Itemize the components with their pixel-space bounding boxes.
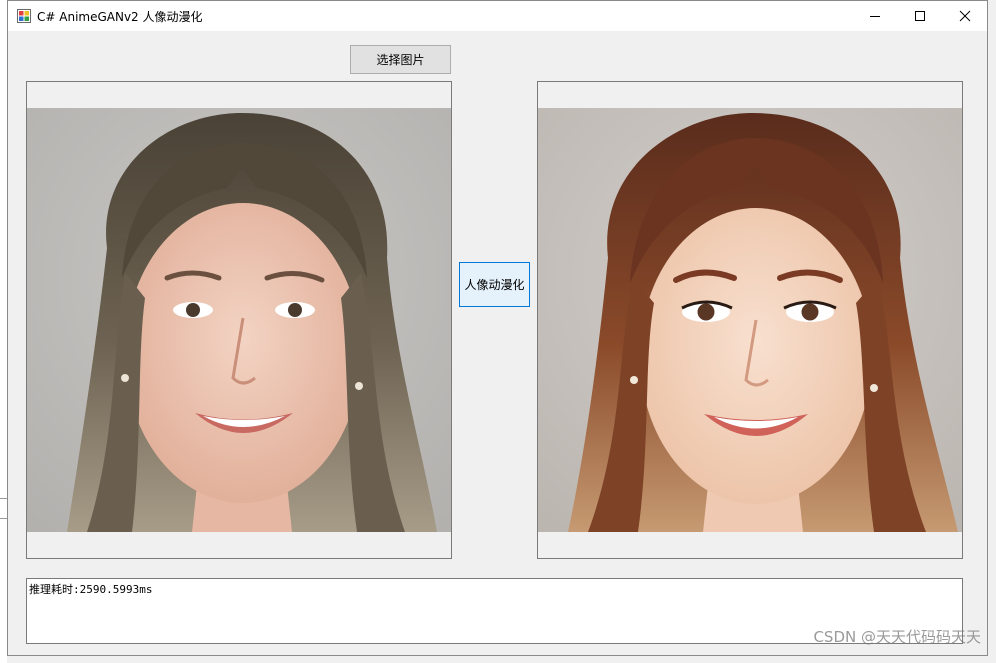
animate-button[interactable]: 人像动漫化 xyxy=(459,262,530,307)
app-window: C# AnimeGANv2 人像动漫化 选择图片 人像动漫化 推理耗时:2590… xyxy=(7,0,988,656)
background-divider xyxy=(0,498,7,499)
app-icon xyxy=(17,9,31,23)
title-bar[interactable]: C# AnimeGANv2 人像动漫化 xyxy=(8,1,987,31)
result-image-box xyxy=(537,81,963,559)
watermark: CSDN @天天代码码天天 xyxy=(813,628,981,646)
select-image-button[interactable]: 选择图片 xyxy=(350,45,451,74)
minimize-button[interactable] xyxy=(852,1,898,31)
source-image-box xyxy=(26,81,452,559)
inference-time-text: 推理耗时:2590.5993ms xyxy=(29,583,153,596)
maximize-button[interactable] xyxy=(897,1,943,31)
portrait-photo xyxy=(27,108,451,532)
window-title: C# AnimeGANv2 人像动漫化 xyxy=(37,10,203,24)
close-icon xyxy=(959,10,971,22)
background-strip xyxy=(0,0,7,663)
background-divider xyxy=(0,518,7,519)
close-button[interactable] xyxy=(942,1,988,31)
anime-portrait xyxy=(538,108,962,532)
minimize-icon xyxy=(870,16,880,17)
maximize-icon xyxy=(915,11,925,21)
